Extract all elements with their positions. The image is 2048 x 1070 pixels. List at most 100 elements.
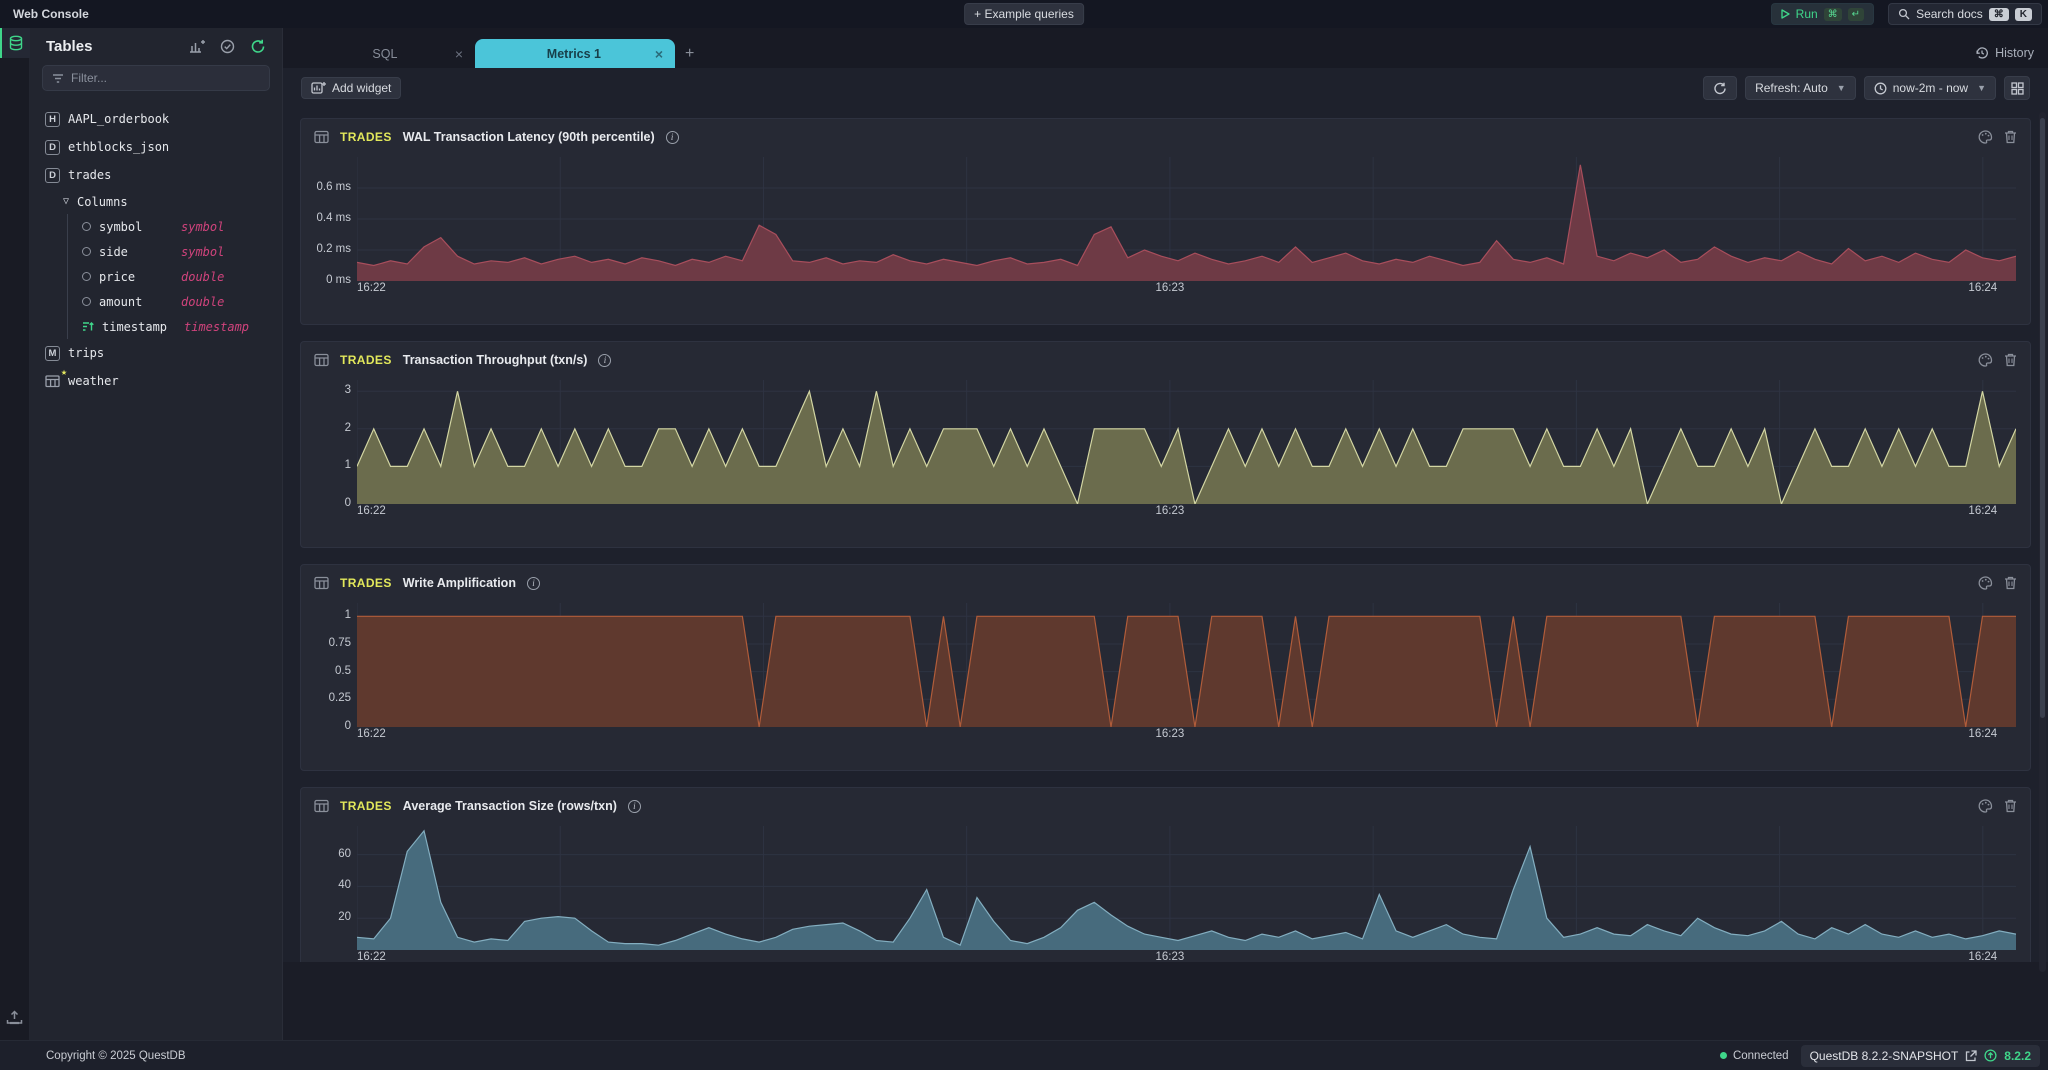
palette-icon[interactable] — [1978, 130, 1993, 144]
update-available-icon — [1984, 1049, 1997, 1062]
y-tick-label: 2 — [345, 422, 351, 434]
run-button[interactable]: Run ⌘ ↵ — [1771, 3, 1874, 25]
y-tick-label: 0.5 — [335, 665, 351, 677]
widget-title: WAL Transaction Latency (90th percentile… — [403, 130, 655, 144]
scrollbar-thumb[interactable] — [2040, 118, 2045, 718]
import-button[interactable] — [6, 1010, 23, 1026]
widget-table-name: TRADES — [340, 799, 392, 813]
table-type-badge: M — [45, 346, 60, 361]
x-axis-labels: 16:2216:2316:24 — [357, 505, 2016, 521]
add-chart-icon — [311, 81, 326, 95]
y-tick-label: 1 — [345, 609, 351, 621]
column-type: symbol — [181, 245, 224, 259]
chart-plot[interactable] — [357, 157, 2016, 281]
close-icon[interactable]: × — [455, 46, 463, 62]
area-chart — [357, 603, 2016, 727]
connection-status: Connected — [1720, 1050, 1789, 1062]
table-item-AAPL_orderbook[interactable]: HAAPL_orderbook — [30, 105, 282, 133]
trash-icon[interactable] — [2004, 353, 2017, 367]
chevron-down-icon: ▼ — [1977, 83, 1986, 93]
metric-widget-3: TRADES Write Amplification i 00.250.50.7… — [300, 564, 2031, 771]
table-item-trades[interactable]: Dtrades — [30, 161, 282, 189]
columns-list: symbolsymbol side symbol pricedoubleamountd… — [67, 214, 282, 339]
table-item-trips[interactable]: Mtrips — [30, 339, 282, 367]
refresh-mode-dropdown[interactable]: Refresh: Auto ▼ — [1745, 76, 1856, 100]
widget-title: Transaction Throughput (txn/s) — [403, 353, 588, 367]
sidebar-title: Tables — [46, 38, 92, 55]
tables-rail-button[interactable] — [0, 28, 30, 58]
x-tick-label: 16:23 — [1156, 951, 1185, 962]
time-range-dropdown[interactable]: now-2m - now ▼ — [1864, 76, 1996, 100]
x-tick-label: 16:24 — [1968, 728, 1997, 740]
add-widget-button[interactable]: Add widget — [301, 77, 401, 99]
example-queries-button[interactable]: + Example queries — [964, 3, 1084, 25]
column-item-symbol[interactable]: symbolsymbol — [68, 214, 282, 239]
palette-icon[interactable] — [1978, 576, 1993, 590]
table-icon — [314, 576, 329, 590]
x-axis-labels: 16:2216:2316:24 — [357, 951, 2016, 962]
search-docs-button[interactable]: Search docs ⌘ K — [1888, 3, 2042, 25]
y-tick-label: 40 — [338, 879, 351, 891]
x-tick-label: 16:23 — [1156, 282, 1185, 294]
close-icon[interactable]: × — [655, 46, 663, 62]
table-icon — [314, 799, 329, 813]
info-icon[interactable]: i — [628, 800, 641, 813]
chevron-open-icon: ▽ — [63, 196, 69, 207]
refresh-mode-label: Refresh: Auto — [1755, 81, 1828, 95]
column-item-side[interactable]: side symbol — [68, 239, 282, 264]
palette-icon[interactable] — [1978, 799, 1993, 813]
column-item-timestamp[interactable]: timestamptimestamp — [68, 314, 282, 339]
column-icon — [82, 222, 91, 231]
version-pill[interactable]: QuestDB 8.2.2-SNAPSHOT 8.2.2 — [1801, 1045, 2040, 1067]
column-name: side — [99, 245, 173, 259]
filter-placeholder: Filter... — [71, 71, 107, 85]
refresh-tables-icon[interactable] — [250, 39, 266, 54]
area-chart — [357, 157, 2016, 281]
clock-icon — [1874, 82, 1887, 95]
table-icon — [314, 130, 329, 144]
add-tab-button[interactable]: + — [685, 45, 694, 63]
layout-grid-button[interactable] — [2004, 76, 2030, 100]
trash-icon[interactable] — [2004, 130, 2017, 144]
chart-plot[interactable] — [357, 603, 2016, 727]
columns-label: Columns — [77, 195, 128, 209]
external-link-icon — [1965, 1050, 1977, 1062]
cmd-key-badge: ⌘ — [1989, 8, 2009, 21]
tab-sql[interactable]: SQL × — [297, 39, 475, 68]
table-item-ethblocks_json[interactable]: Dethblocks_json — [30, 133, 282, 161]
info-icon[interactable]: i — [527, 577, 540, 590]
trash-icon[interactable] — [2004, 799, 2017, 813]
chart-plot[interactable] — [357, 380, 2016, 504]
table-type-badge: D — [45, 140, 60, 155]
table-type-badge: D — [45, 168, 60, 183]
trash-icon[interactable] — [2004, 576, 2017, 590]
history-button[interactable]: History — [1975, 46, 2034, 60]
column-item-amount[interactable]: amountdouble — [68, 289, 282, 314]
x-tick-label: 16:22 — [357, 951, 386, 962]
column-item-price[interactable]: pricedouble — [68, 264, 282, 289]
columns-toggle[interactable]: ▽ Columns — [30, 189, 282, 214]
x-tick-label: 16:23 — [1156, 728, 1185, 740]
widget-title: Average Transaction Size (rows/txn) — [403, 799, 617, 813]
chart-plot[interactable] — [357, 826, 2016, 950]
version-label: QuestDB 8.2.2-SNAPSHOT — [1810, 1049, 1959, 1063]
filter-input[interactable]: Filter... — [42, 65, 270, 91]
vertical-scrollbar[interactable] — [2039, 112, 2046, 972]
table-item-weather[interactable]: ★weather — [30, 367, 282, 395]
refresh-dashboard-button[interactable] — [1703, 76, 1737, 100]
history-icon — [1975, 46, 1989, 60]
tab-metrics-1[interactable]: Metrics 1 × — [475, 39, 675, 68]
info-icon[interactable]: i — [598, 354, 611, 367]
column-type: double — [181, 295, 224, 309]
column-name: timestamp — [102, 320, 176, 334]
area-chart — [357, 380, 2016, 504]
info-icon[interactable]: i — [666, 131, 679, 144]
run-label: Run — [1796, 7, 1818, 21]
x-tick-label: 16:24 — [1968, 282, 1997, 294]
palette-icon[interactable] — [1978, 353, 1993, 367]
check-circle-icon[interactable] — [220, 39, 235, 54]
y-axis-labels: 0 ms0.2 ms0.4 ms0.6 ms — [309, 157, 357, 281]
add-metrics-icon[interactable] — [189, 39, 205, 54]
y-tick-label: 1 — [345, 459, 351, 471]
table-type-badge: H — [45, 112, 60, 127]
